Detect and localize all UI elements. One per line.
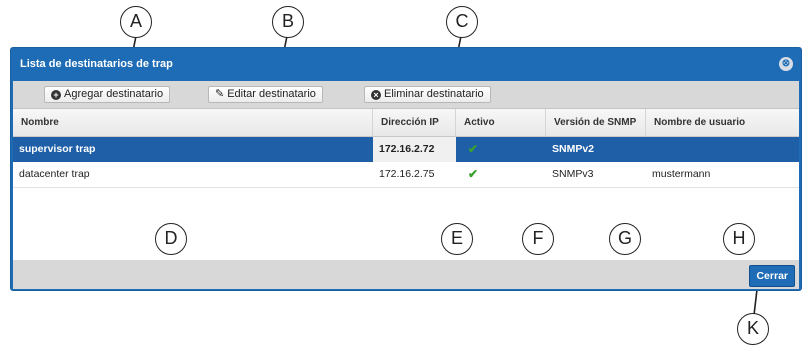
callout-g: G bbox=[609, 223, 641, 255]
pencil-icon: ✎ bbox=[215, 88, 225, 100]
column-header-username[interactable]: Nombre de usuario bbox=[646, 109, 799, 136]
cell-active: ✔ bbox=[456, 137, 546, 162]
column-header-name[interactable]: Nombre bbox=[13, 109, 373, 136]
dialog-body: + Agregar destinatario ✎ Editar destinatar… bbox=[13, 81, 799, 289]
table-row[interactable]: supervisor trap 172.16.2.72 ✔ SNMPv2 bbox=[13, 137, 799, 162]
callout-c: C bbox=[446, 6, 478, 38]
dialog-footer: Cerrar bbox=[13, 260, 799, 289]
table-row[interactable]: datacenter trap 172.16.2.75 ✔ SNMPv3 mus… bbox=[13, 162, 799, 188]
column-header-active[interactable]: Activo bbox=[456, 109, 546, 136]
dialog-title: Lista de destinatarios de trap bbox=[20, 58, 173, 70]
cell-username: mustermann bbox=[652, 168, 711, 180]
table-header: Nombre Dirección IP Activo Versión de SN… bbox=[13, 109, 799, 137]
plus-circle-icon: + bbox=[51, 90, 61, 100]
x-circle-icon: × bbox=[371, 90, 381, 100]
close-icon[interactable]: ⊗ bbox=[779, 57, 793, 71]
cell-name: supervisor trap bbox=[19, 143, 96, 155]
cell-ip: 172.16.2.75 bbox=[379, 168, 435, 180]
cell-ip: 172.16.2.72 bbox=[373, 137, 456, 162]
callout-k: K bbox=[737, 313, 769, 345]
edit-recipient-button[interactable]: ✎ Editar destinatario bbox=[208, 86, 323, 103]
dialog-titlebar: Lista de destinatarios de trap ⊗ bbox=[11, 48, 801, 83]
cell-snmp-version: SNMPv2 bbox=[552, 143, 595, 155]
callout-b: B bbox=[272, 6, 304, 38]
toolbar: + Agregar destinatario ✎ Editar destinatar… bbox=[13, 81, 799, 109]
callout-h: H bbox=[723, 223, 755, 255]
callout-d: D bbox=[155, 223, 187, 255]
callout-e: E bbox=[441, 223, 473, 255]
column-header-snmp-version[interactable]: Versión de SNMP bbox=[546, 109, 646, 136]
add-recipient-label: Agregar destinatario bbox=[64, 88, 164, 100]
trap-recipients-dialog: Lista de destinatarios de trap ⊗ + Agrega… bbox=[10, 47, 802, 291]
cell-snmp-version: SNMPv3 bbox=[552, 168, 594, 180]
delete-recipient-label: Eliminar destinatario bbox=[384, 88, 484, 100]
add-recipient-button[interactable]: + Agregar destinatario bbox=[44, 86, 171, 103]
checkmark-icon: ✔ bbox=[468, 167, 479, 181]
cell-active: ✔ bbox=[456, 162, 546, 187]
callout-f: F bbox=[522, 223, 554, 255]
delete-recipient-button[interactable]: × Eliminar destinatario bbox=[364, 86, 491, 103]
close-button[interactable]: Cerrar bbox=[749, 265, 795, 287]
cell-name: datacenter trap bbox=[19, 168, 90, 180]
edit-recipient-label: Editar destinatario bbox=[227, 88, 316, 100]
column-header-ip[interactable]: Dirección IP bbox=[373, 109, 456, 136]
callout-a: A bbox=[120, 6, 152, 38]
cell-username bbox=[646, 137, 799, 162]
checkmark-icon: ✔ bbox=[468, 142, 479, 156]
